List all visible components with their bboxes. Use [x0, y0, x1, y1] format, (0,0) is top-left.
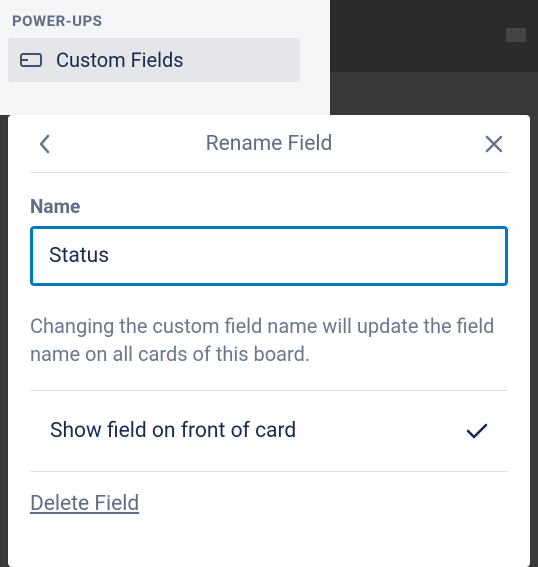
- show-on-front-toggle[interactable]: Show field on front of card: [30, 391, 508, 472]
- delete-section: Delete Field: [30, 472, 508, 536]
- help-text: Changing the custom field name will upda…: [30, 312, 508, 391]
- powerup-custom-fields[interactable]: Custom Fields: [8, 38, 300, 82]
- custom-fields-icon: [20, 53, 42, 67]
- form-section: Name Changing the custom field name will…: [30, 173, 508, 391]
- delete-field-link[interactable]: Delete Field: [30, 492, 139, 516]
- checkmark-icon: [466, 422, 488, 440]
- rename-field-popup: Rename Field Name Changing the custom fi…: [8, 115, 530, 567]
- close-button[interactable]: [480, 130, 508, 158]
- back-button[interactable]: [30, 130, 58, 158]
- powerup-item-label: Custom Fields: [56, 48, 184, 72]
- sidebar-panel: POWER-UPS Custom Fields: [0, 0, 330, 115]
- name-label: Name: [30, 195, 508, 218]
- popup-title: Rename Field: [206, 132, 333, 156]
- close-icon: [484, 134, 504, 154]
- chevron-left-icon: [37, 133, 51, 155]
- board-background: [330, 0, 538, 115]
- name-input[interactable]: [30, 226, 508, 286]
- toggle-label: Show field on front of card: [50, 419, 296, 443]
- popup-header: Rename Field: [30, 115, 508, 173]
- powerups-heading: POWER-UPS: [8, 12, 322, 30]
